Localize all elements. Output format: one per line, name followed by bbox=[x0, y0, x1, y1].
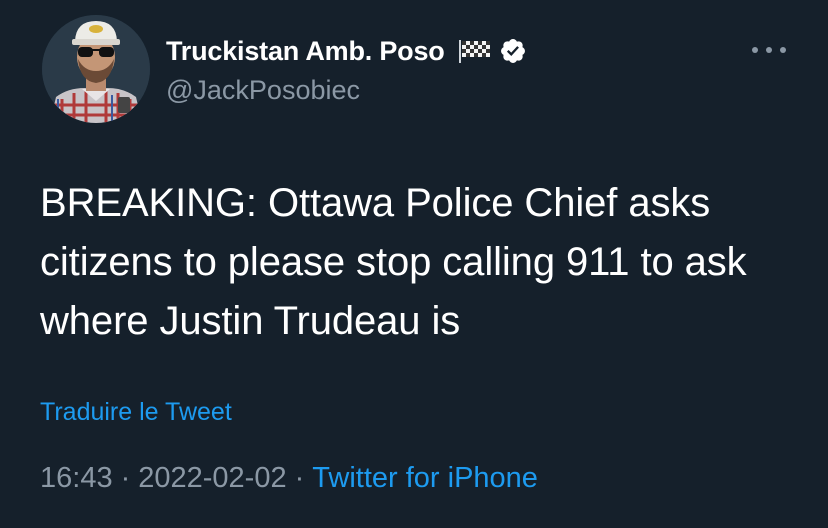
author-handle[interactable]: @JackPosobiec bbox=[166, 75, 360, 106]
tweet-card: Truckistan Amb. Poso @JackPosobiec BREAK… bbox=[0, 0, 828, 528]
more-dot bbox=[752, 47, 758, 53]
tweet-meta: 16:43 · 2022-02-02 · Twitter for iPhone bbox=[40, 462, 538, 495]
verified-badge-icon bbox=[499, 37, 527, 65]
meta-separator: · bbox=[120, 462, 131, 494]
more-dot bbox=[766, 47, 772, 53]
meta-separator: · bbox=[294, 462, 305, 494]
tweet-date[interactable]: 2022-02-02 bbox=[138, 462, 286, 494]
checkered-flag-icon bbox=[457, 38, 493, 64]
author-name-row[interactable]: Truckistan Amb. Poso bbox=[166, 32, 527, 70]
author-display-name[interactable]: Truckistan Amb. Poso bbox=[166, 36, 445, 67]
more-dot bbox=[780, 47, 786, 53]
more-options-icon[interactable] bbox=[752, 40, 786, 60]
tweet-text: BREAKING: Ottawa Police Chief asks citiz… bbox=[40, 181, 747, 343]
tweet-time[interactable]: 16:43 bbox=[40, 462, 113, 494]
avatar[interactable] bbox=[42, 15, 150, 123]
tweet-source-link[interactable]: Twitter for iPhone bbox=[312, 462, 538, 494]
translate-tweet-link[interactable]: Traduire le Tweet bbox=[40, 398, 232, 427]
